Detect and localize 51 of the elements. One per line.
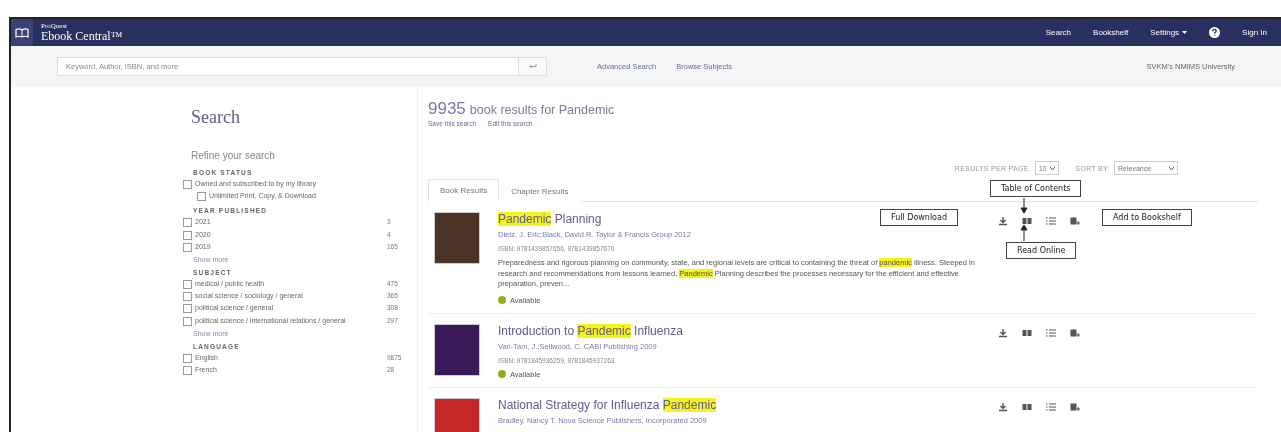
checkbox[interactable] — [183, 242, 192, 252]
status-dot — [498, 296, 506, 304]
caret-icon — [1169, 166, 1174, 170]
list-icon[interactable] — [1046, 401, 1056, 412]
book-icon[interactable] — [1022, 216, 1032, 226]
bookshelf-add-icon[interactable] — [1070, 401, 1080, 412]
download-icon[interactable] — [998, 401, 1008, 412]
page-title: Search — [191, 107, 241, 128]
checkbox[interactable] — [183, 230, 192, 240]
bookshelf-add-icon[interactable] — [1070, 216, 1080, 226]
checkbox[interactable] — [183, 180, 192, 189]
callout-label: Full Download — [880, 209, 958, 226]
book-cover-placeholder[interactable] — [434, 323, 480, 376]
nav-link[interactable]: Search — [1045, 28, 1072, 37]
enter-button[interactable] — [519, 57, 547, 76]
checkbox[interactable] — [183, 366, 192, 376]
list-icon[interactable] — [1046, 216, 1056, 226]
book-cover-placeholder[interactable] — [434, 212, 480, 264]
checkbox[interactable] — [197, 192, 206, 202]
download-icon[interactable] — [998, 327, 1008, 338]
book-icon[interactable] — [1022, 401, 1032, 412]
book-title[interactable]: National Strategy for Influenza Pandemic — [498, 397, 998, 412]
nav-link[interactable]: Sign In — [1242, 28, 1267, 37]
checkbox[interactable] — [183, 304, 192, 314]
status-dot — [498, 370, 506, 378]
arrow-icon — [1020, 224, 1028, 242]
book-icon[interactable] — [1022, 327, 1032, 338]
arrow-icon — [1020, 198, 1028, 214]
help-icon[interactable] — [1209, 27, 1221, 38]
list-icon[interactable] — [1046, 327, 1056, 338]
bookshelf-add-icon[interactable] — [1070, 327, 1080, 338]
results-tab[interactable]: Book Results — [428, 179, 500, 202]
download-icon[interactable] — [998, 216, 1008, 226]
result-count: 9935 — [428, 99, 466, 119]
refine-heading: Refine your search — [191, 150, 276, 161]
caret-icon — [1182, 31, 1188, 34]
nav-menu[interactable]: Settings — [1150, 28, 1188, 37]
checkbox[interactable] — [183, 218, 192, 228]
checkbox[interactable] — [183, 292, 192, 302]
book-title[interactable]: Introduction to Pandemic Influenza — [498, 323, 998, 338]
callout-label: Table of Contents — [990, 180, 1082, 197]
caret-icon — [1050, 166, 1056, 170]
checkbox[interactable] — [183, 316, 192, 326]
checkbox[interactable] — [183, 279, 192, 289]
callout-label: Read Online — [1006, 242, 1077, 259]
nav-link[interactable]: Bookshelf — [1093, 28, 1129, 37]
callout-label: Add to Bookshelf — [1102, 209, 1192, 226]
enter-icon — [528, 64, 537, 69]
checkbox[interactable] — [183, 353, 192, 363]
brand-title[interactable]: Ebook Central™ — [41, 30, 123, 42]
result-summary: book results for Pandemic — [469, 103, 615, 117]
